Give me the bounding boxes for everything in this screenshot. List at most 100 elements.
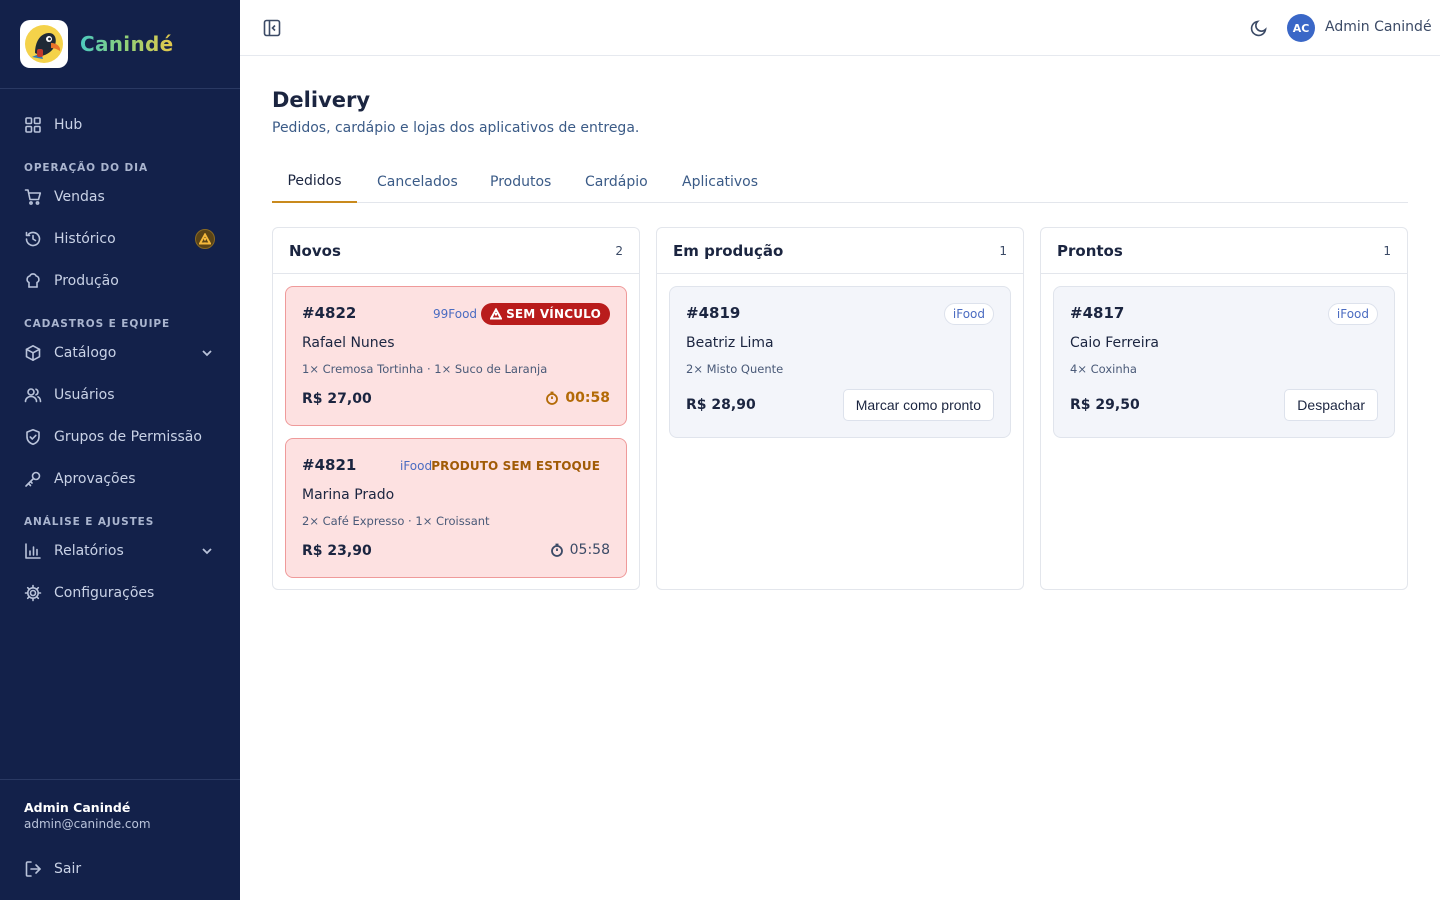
sidebar-item-label: Aprovações	[54, 471, 136, 487]
bar-chart-icon	[24, 542, 42, 560]
sidebar-item-label: Vendas	[54, 189, 105, 205]
timer-icon	[546, 391, 559, 405]
status-badge: PRODUTO SEM ESTOQUE	[431, 459, 600, 473]
avatar[interactable]: AC	[1287, 14, 1315, 42]
timer-value: 00:58	[565, 390, 610, 406]
tab-bar: Pedidos Cancelados Produtos Cardápio Apl…	[272, 161, 1408, 203]
dispatch-button[interactable]: Despachar	[1284, 389, 1378, 421]
sidebar: Canindé Hub OPERAÇÃO DO DIA Vendas Histó…	[0, 0, 240, 900]
order-timer: 00:58	[545, 390, 610, 406]
brand-header: Canindé	[0, 0, 240, 89]
history-icon	[24, 230, 42, 248]
order-id: #4822	[302, 304, 357, 322]
sidebar-item-vendas[interactable]: Vendas	[0, 176, 240, 218]
chef-hat-icon	[24, 272, 42, 290]
tab-cancelados[interactable]: Cancelados	[377, 161, 458, 202]
customer-name: Rafael Nunes	[302, 335, 395, 351]
tab-cardapio[interactable]: Cardápio	[585, 161, 648, 202]
order-card[interactable]: #4821 iFood PRODUTO SEM ESTOQUE Marina P…	[285, 438, 627, 578]
sidebar-item-label: Usuários	[54, 387, 115, 403]
column-title: Em produção	[673, 242, 784, 260]
column-em-producao: Em produção 1 #4819 iFood Beatriz Lima 2…	[656, 227, 1024, 590]
sidebar-item-label: Histórico	[54, 231, 116, 247]
order-card[interactable]: #4817 iFood Caio Ferreira 4× Coxinha R$ …	[1053, 286, 1395, 438]
order-price: R$ 23,90	[302, 543, 372, 559]
box-icon	[24, 344, 42, 362]
app-tag: iFood	[943, 303, 994, 325]
column-prontos: Prontos 1 #4817 iFood Caio Ferreira 4× C…	[1040, 227, 1408, 590]
section-header-analise: ANÁLISE E AJUSTES	[24, 516, 155, 528]
chevron-down-icon[interactable]	[200, 346, 214, 360]
sidebar-item-producao[interactable]: Produção	[0, 260, 240, 302]
column-title: Novos	[289, 242, 341, 260]
logout-icon	[24, 860, 42, 878]
brand-name: Canindé	[80, 32, 174, 56]
order-card[interactable]: #4819 iFood Beatriz Lima 2× Misto Quente…	[669, 286, 1011, 438]
sidebar-item-label: Produção	[54, 273, 119, 289]
customer-name: Marina Prado	[302, 487, 395, 503]
column-count: 1	[999, 244, 1007, 258]
column-count: 2	[615, 244, 623, 258]
order-items: 2× Café Expresso · 1× Croissant	[302, 514, 490, 528]
app-tag: 99Food	[433, 307, 478, 321]
shield-check-icon	[24, 428, 42, 446]
sidebar-item-label: Catálogo	[54, 345, 117, 361]
tab-pedidos[interactable]: Pedidos	[272, 161, 357, 203]
status-badge-label: SEM VÍNCULO	[506, 307, 601, 321]
chevron-down-icon[interactable]	[200, 544, 214, 558]
brand-logo[interactable]	[20, 20, 68, 68]
sidebar-item-configuracoes[interactable]: Configurações	[0, 572, 240, 614]
sidebar-item-label: Relatórios	[54, 543, 124, 559]
users-icon	[24, 386, 42, 404]
order-price: R$ 28,90	[686, 397, 756, 413]
sidebar-item-usuarios[interactable]: Usuários	[0, 374, 240, 416]
sidebar-item-label: Grupos de Permissão	[54, 429, 202, 445]
sidebar-item-hub[interactable]: Hub	[0, 104, 240, 146]
page-subtitle: Pedidos, cardápio e lojas dos aplicativo…	[272, 120, 640, 136]
warning-icon	[490, 308, 503, 320]
section-header-operacao: OPERAÇÃO DO DIA	[24, 162, 148, 174]
sidebar-toggle-icon[interactable]	[262, 18, 282, 38]
app-tag: iFood	[1327, 303, 1378, 325]
sidebar-item-label: Hub	[54, 117, 83, 133]
sidebar-item-relatorios[interactable]: Relatórios	[0, 530, 240, 572]
order-price: R$ 27,00	[302, 391, 372, 407]
order-id: #4819	[686, 304, 741, 322]
order-items: 1× Cremosa Tortinha · 1× Suco de Laranja	[302, 362, 548, 376]
topbar: AC Admin Canindé	[240, 0, 1440, 56]
logout-label: Sair	[54, 861, 82, 877]
sidebar-nav: Hub OPERAÇÃO DO DIA Vendas Histórico Pro…	[0, 89, 240, 614]
timer-value: 05:58	[569, 542, 610, 558]
tab-aplicativos[interactable]: Aplicativos	[682, 161, 758, 202]
tab-produtos[interactable]: Produtos	[490, 161, 551, 202]
sidebar-item-catalogo[interactable]: Catálogo	[0, 332, 240, 374]
logout-button[interactable]: Sair	[0, 848, 240, 890]
order-items: 4× Coxinha	[1070, 362, 1137, 376]
order-items: 2× Misto Quente	[686, 362, 784, 376]
order-timer: 05:58	[550, 542, 610, 558]
topbar-user-name[interactable]: Admin Canindé	[1325, 19, 1432, 35]
footer-user-email: admin@caninde.com	[24, 817, 151, 831]
order-card[interactable]: #4822 99Food SEM VÍNCULO Rafael Nunes 1×…	[285, 286, 627, 426]
column-header: Prontos 1	[1041, 228, 1407, 274]
column-title: Prontos	[1057, 242, 1123, 260]
order-id: #4821	[302, 456, 357, 474]
sidebar-item-aprovacoes[interactable]: Aprovações	[0, 458, 240, 500]
order-id: #4817	[1070, 304, 1125, 322]
gear-icon	[24, 584, 42, 602]
sidebar-item-label: Configurações	[54, 585, 155, 601]
warning-icon	[195, 229, 215, 249]
column-header: Em produção 1	[657, 228, 1023, 274]
moon-icon[interactable]	[1249, 18, 1269, 38]
cart-icon	[24, 188, 42, 206]
footer-user-name: Admin Canindé	[24, 800, 131, 815]
key-icon	[24, 470, 42, 488]
column-count: 1	[1383, 244, 1391, 258]
sidebar-footer: Admin Canindé admin@caninde.com Sair	[0, 779, 240, 900]
timer-icon	[550, 543, 563, 557]
app-tag: iFood	[400, 459, 433, 473]
sidebar-item-grupos[interactable]: Grupos de Permissão	[0, 416, 240, 458]
mark-ready-button[interactable]: Marcar como pronto	[842, 389, 994, 421]
customer-name: Beatriz Lima	[686, 335, 774, 351]
sidebar-item-historico[interactable]: Histórico	[0, 218, 240, 260]
